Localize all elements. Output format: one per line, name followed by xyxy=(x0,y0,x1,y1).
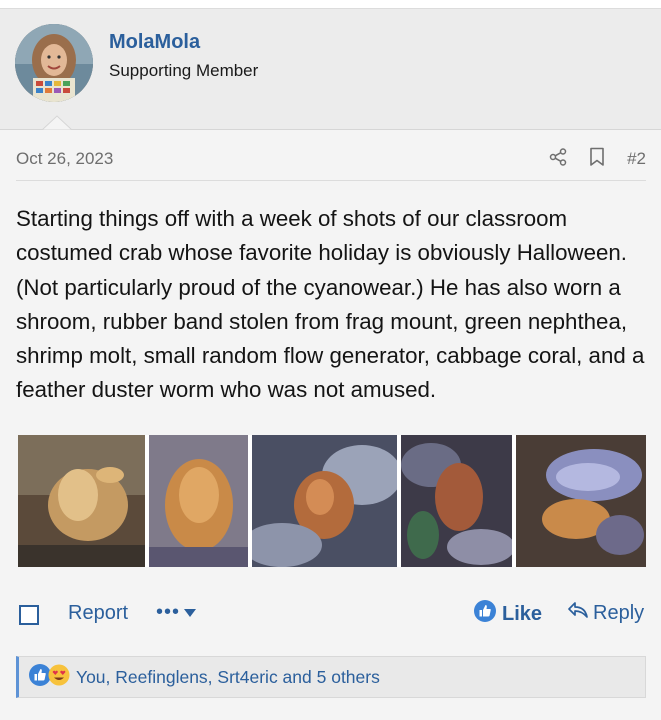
reactions-summary-link[interactable]: You, Reefinglens, Srt4eric and 5 others xyxy=(76,667,380,688)
report-button[interactable]: Report xyxy=(68,602,128,625)
bookmark-icon[interactable] xyxy=(589,147,605,172)
post-meta: Oct 26, 2023 #2 xyxy=(16,147,646,181)
avatar[interactable] xyxy=(15,24,93,102)
crab-photo-thumbnail[interactable] xyxy=(516,435,646,567)
more-options-button[interactable]: ••• xyxy=(156,601,180,624)
post-date[interactable]: Oct 26, 2023 xyxy=(16,149,113,169)
post-container: MolaMola Supporting Member Oct 26, 2023 xyxy=(0,8,661,720)
reply-button[interactable]: Reply xyxy=(567,600,644,626)
like-label: Like xyxy=(502,602,543,625)
crab-photo-thumbnail[interactable] xyxy=(401,435,512,567)
user-title: Supporting Member xyxy=(109,61,259,80)
post-number-link[interactable]: #2 xyxy=(627,149,646,169)
post-body: Starting things off with a week of shots… xyxy=(16,206,645,403)
reactions-bar[interactable]: You, Reefinglens, Srt4eric and 5 others xyxy=(16,656,646,698)
image-gallery xyxy=(18,435,646,567)
like-thumb-icon xyxy=(474,600,496,628)
crab-photo-thumbnail[interactable] xyxy=(18,435,145,567)
chevron-down-icon[interactable] xyxy=(184,609,196,617)
username-link[interactable]: MolaMola xyxy=(109,31,200,54)
reply-icon xyxy=(567,600,589,626)
like-button[interactable]: Like xyxy=(474,600,542,628)
love-emoji-icon xyxy=(48,664,70,691)
post-footer: Report ••• Like Reply xyxy=(16,597,646,631)
crab-photo-thumbnail[interactable] xyxy=(149,435,248,567)
multi-quote-checkbox[interactable] xyxy=(19,605,39,625)
share-icon[interactable] xyxy=(549,147,567,171)
crab-photo-thumbnail[interactable] xyxy=(252,435,397,567)
user-info: MolaMola Supporting Member xyxy=(0,9,661,130)
reply-label: Reply xyxy=(593,601,645,624)
user-block-pointer xyxy=(42,115,72,131)
